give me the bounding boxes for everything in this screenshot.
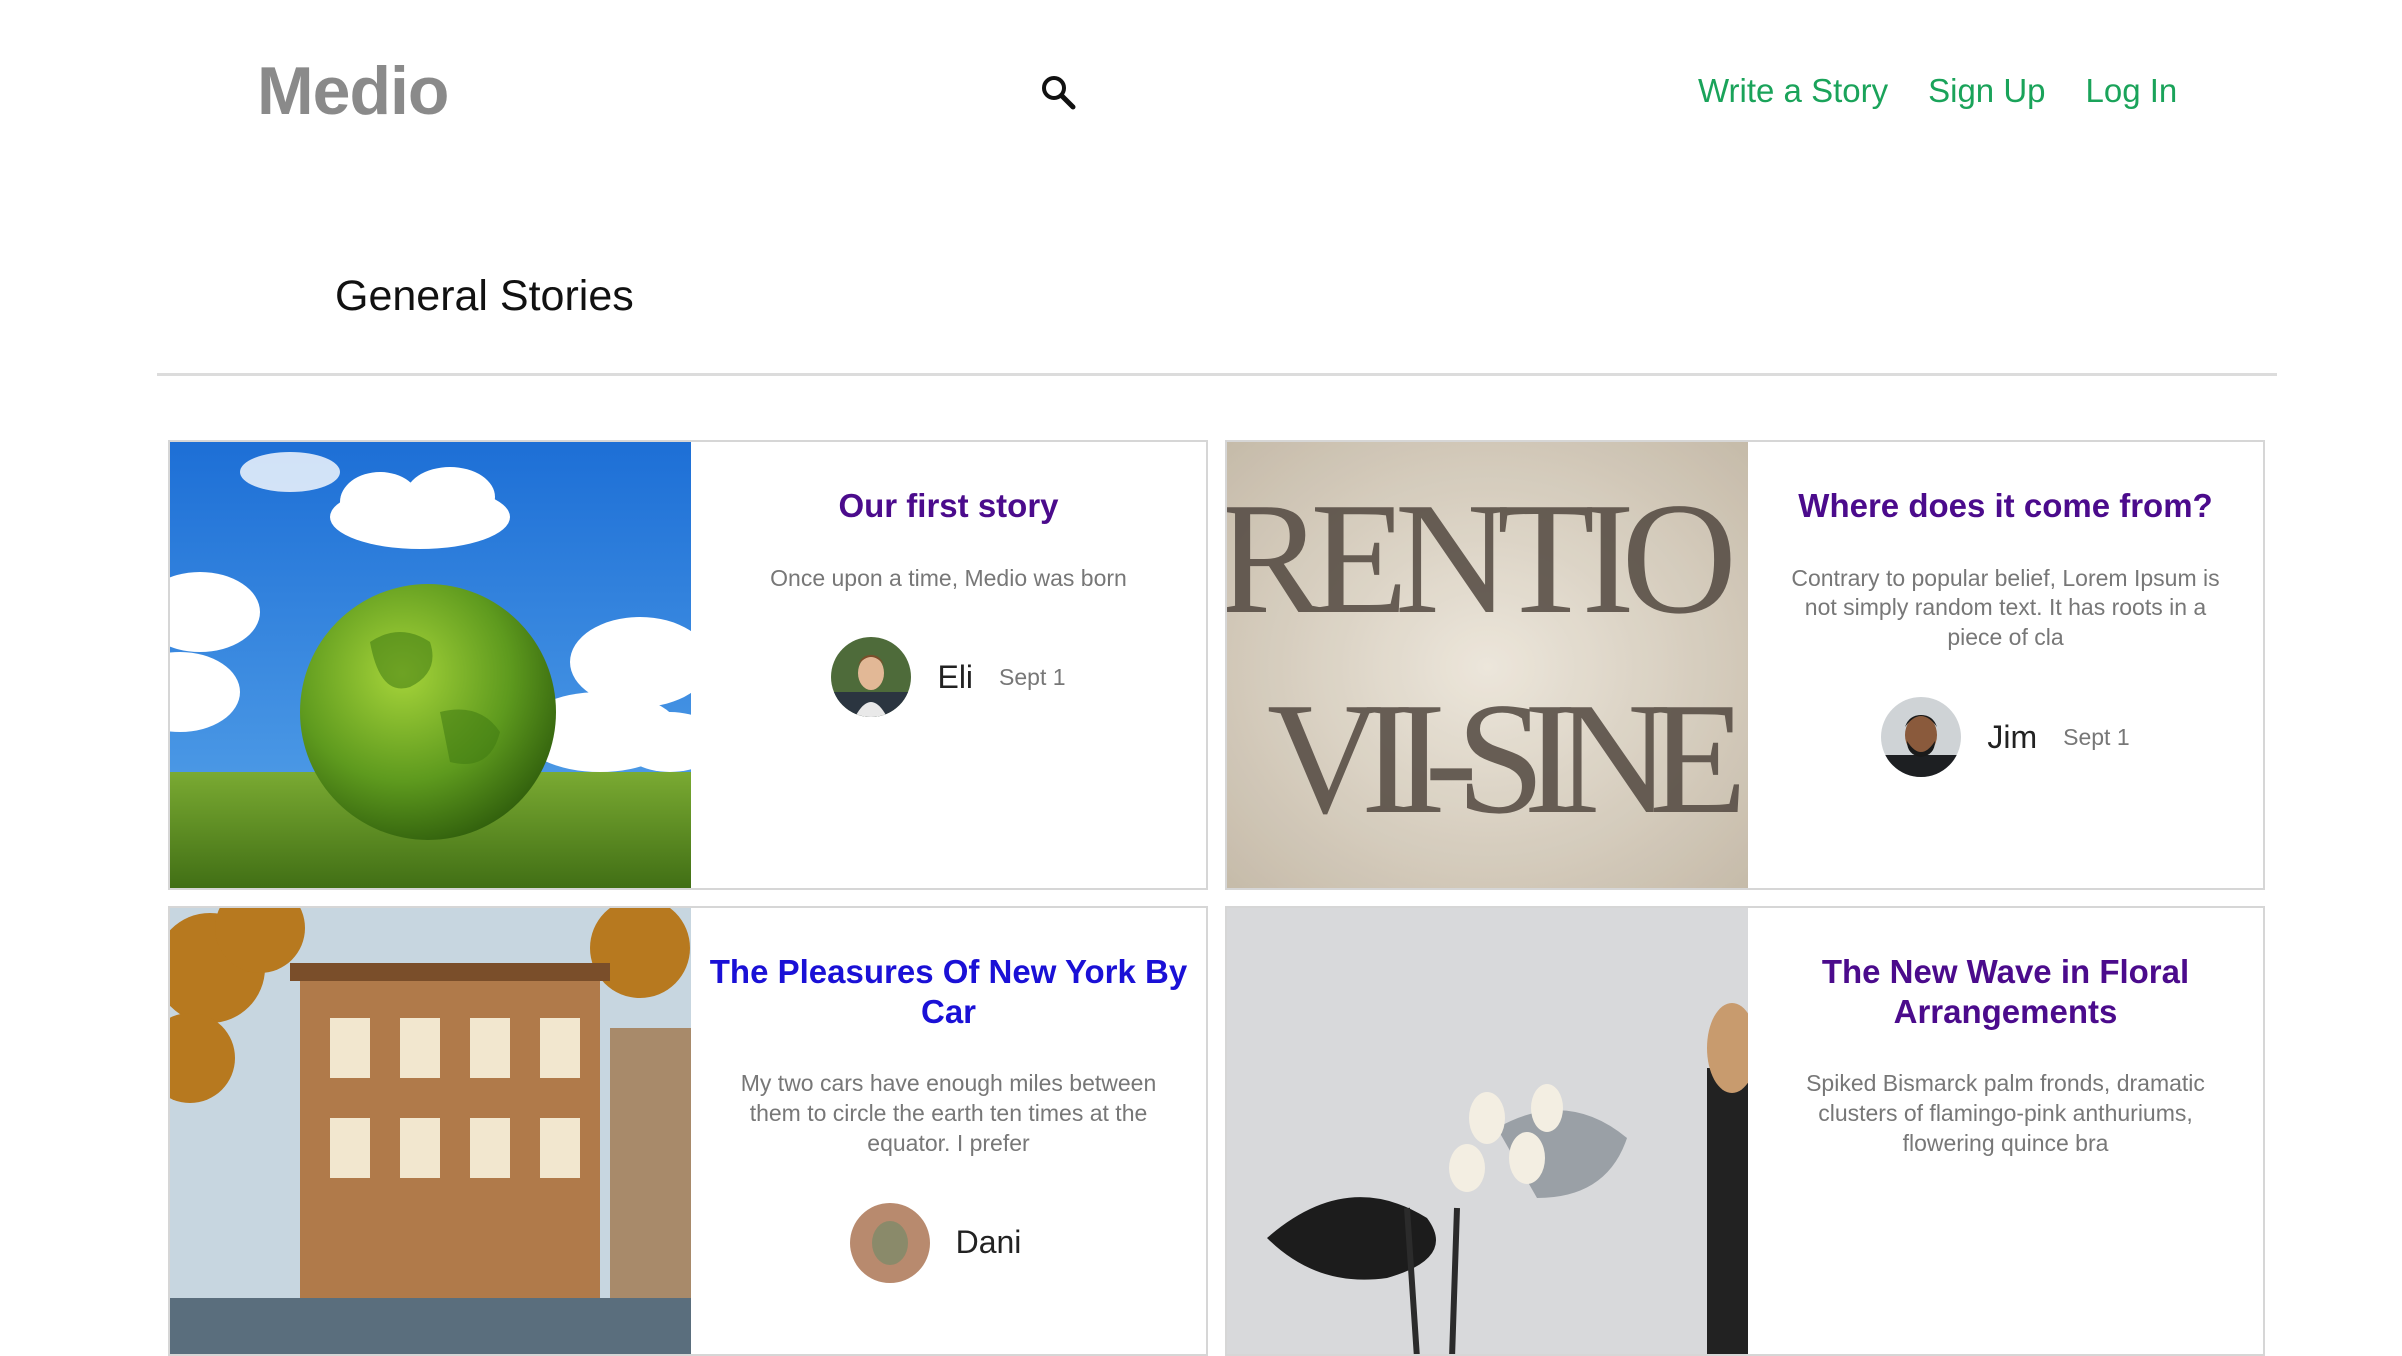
story-image[interactable] xyxy=(1227,908,1748,1354)
story-title[interactable]: The New Wave in Floral Arrangements xyxy=(1766,952,2245,1031)
author-avatar[interactable] xyxy=(831,637,912,718)
story-date: Sept 1 xyxy=(2063,723,2130,750)
story-image[interactable] xyxy=(170,442,691,888)
story-content: The Pleasures Of New York By Car My two … xyxy=(691,908,1206,1354)
section-divider xyxy=(157,373,2277,376)
story-excerpt: Spiked Bismarck palm fronds, dramatic cl… xyxy=(1806,1070,2205,1156)
story-content: The New Wave in Floral Arrangements Spik… xyxy=(1748,908,2263,1354)
story-title[interactable]: Our first story xyxy=(709,486,1188,526)
section-title: General Stories xyxy=(335,272,634,320)
story-card[interactable]: The Pleasures Of New York By Car My two … xyxy=(168,906,1208,1356)
story-excerpt: Contrary to popular belief, Lorem Ipsum … xyxy=(1791,564,2220,651)
author-name[interactable]: Jim xyxy=(1987,719,2037,756)
author-name[interactable]: Dani xyxy=(956,1224,1022,1261)
story-content: Our first story Once upon a time, Medio … xyxy=(691,442,1206,888)
story-image[interactable] xyxy=(170,908,691,1354)
story-title[interactable]: The Pleasures Of New York By Car xyxy=(709,952,1188,1031)
author-name[interactable]: Eli xyxy=(937,659,973,696)
search-icon[interactable] xyxy=(1040,74,1076,110)
story-excerpt: Once upon a time, Medio was born xyxy=(770,564,1127,591)
site-logo[interactable]: Medio xyxy=(257,52,449,130)
sign-up-link[interactable]: Sign Up xyxy=(1928,72,2045,110)
author-avatar[interactable] xyxy=(1881,697,1962,778)
story-author: Eli Sept 1 xyxy=(709,637,1188,718)
story-title[interactable]: Where does it come from? xyxy=(1766,486,2245,526)
header-nav: Write a Story Sign Up Log In xyxy=(1698,72,2177,110)
story-card[interactable]: The New Wave in Floral Arrangements Spik… xyxy=(1225,906,2265,1356)
story-author: Jim Sept 1 xyxy=(1766,697,2245,778)
story-card[interactable]: Our first story Once upon a time, Medio … xyxy=(168,440,1208,890)
story-image[interactable]: RENTIO VII-SINE xyxy=(1227,442,1748,888)
author-avatar[interactable] xyxy=(849,1202,930,1283)
story-date: Sept 1 xyxy=(999,663,1066,690)
log-in-link[interactable]: Log In xyxy=(2086,72,2178,110)
story-content: Where does it come from? Contrary to pop… xyxy=(1748,442,2263,888)
write-story-link[interactable]: Write a Story xyxy=(1698,72,1888,110)
story-author: Dani xyxy=(709,1202,1188,1283)
story-card[interactable]: RENTIO VII-SINE Where does it come from?… xyxy=(1225,440,2265,890)
story-excerpt: My two cars have enough miles between th… xyxy=(740,1070,1157,1156)
